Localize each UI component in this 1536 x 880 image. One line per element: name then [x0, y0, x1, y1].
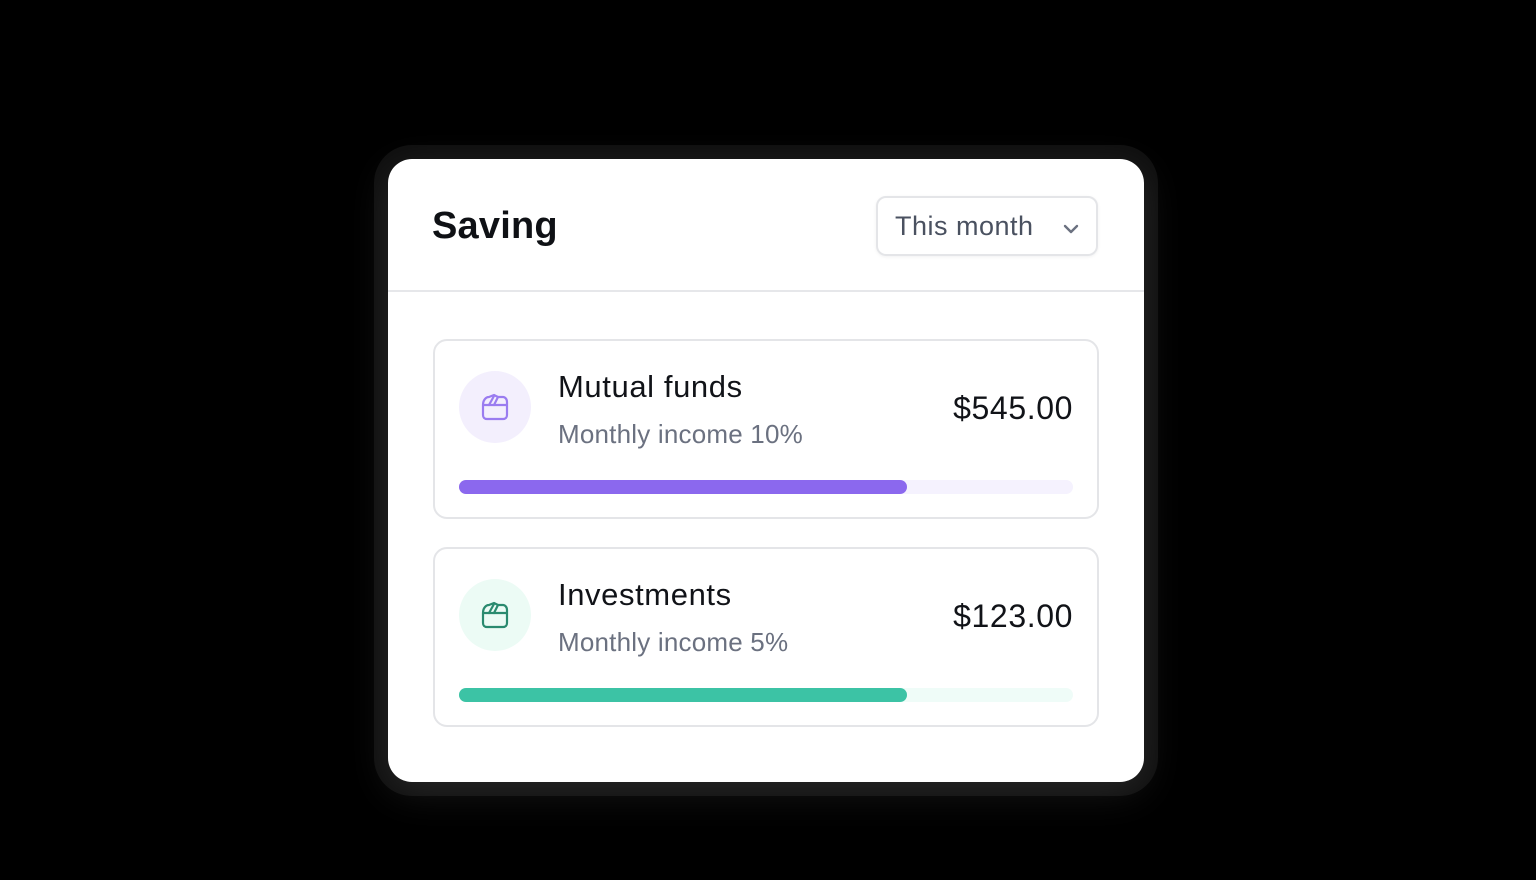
wallet-icon-badge [459, 579, 531, 651]
item-subtitle: Monthly income 10% [558, 419, 803, 449]
item-subtitle: Monthly income 5% [558, 627, 789, 657]
card-header: Saving This month [388, 159, 1144, 292]
period-selected-value: This month [895, 211, 1034, 241]
wallet-icon-badge [459, 371, 531, 443]
progress-fill [459, 688, 908, 702]
item-amount: $545.00 [953, 390, 1073, 426]
chevron-down-icon [1063, 224, 1079, 234]
item-name: Investments [558, 577, 732, 612]
progress-track [459, 688, 1073, 702]
saving-item-mutual-funds[interactable]: Mutual funds Monthly income 10% $545.00 [433, 339, 1099, 519]
card-title: Saving [432, 205, 558, 247]
wallet-icon [481, 601, 509, 629]
period-dropdown[interactable]: This month [876, 196, 1098, 256]
saving-card: Saving This month Mutual funds Monthly i… [388, 159, 1144, 782]
wallet-icon [481, 393, 509, 421]
saving-item-investments[interactable]: Investments Monthly income 5% $123.00 [433, 547, 1099, 727]
progress-fill [459, 480, 908, 494]
item-amount: $123.00 [953, 598, 1073, 634]
progress-track [459, 480, 1073, 494]
item-name: Mutual funds [558, 369, 743, 404]
